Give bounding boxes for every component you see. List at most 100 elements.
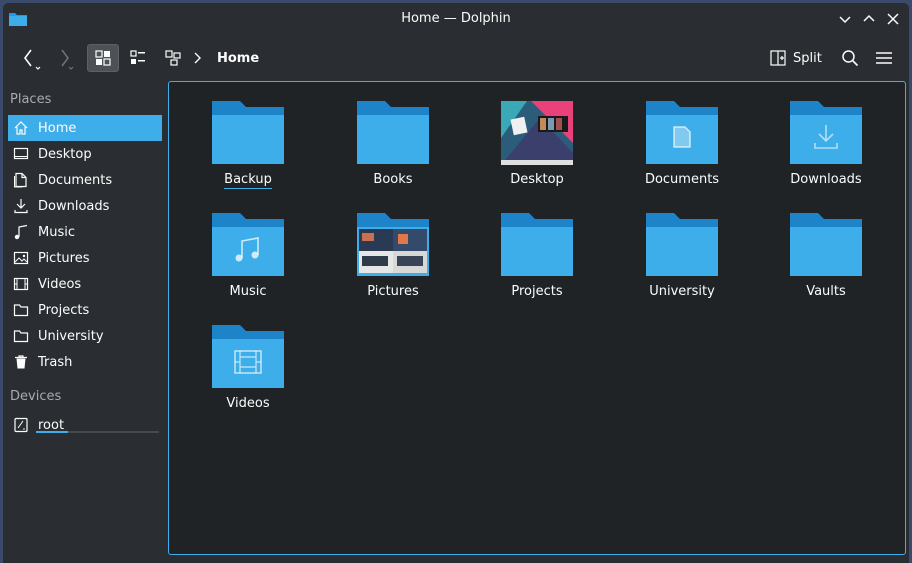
drive-icon (14, 417, 28, 433)
sidebar-item-pictures[interactable]: Pictures (8, 245, 162, 271)
hamburger-menu-button[interactable] (869, 44, 899, 72)
maximize-button[interactable] (861, 11, 877, 27)
folder-icon (212, 101, 284, 164)
forward-button[interactable] (51, 44, 81, 72)
folder-videos-icon (212, 325, 284, 388)
search-button[interactable] (835, 44, 865, 72)
sidebar-item-downloads[interactable]: Downloads (8, 193, 162, 219)
sidebar-item-label: Home (38, 120, 77, 136)
root-usage-bar (36, 431, 159, 433)
icons-view-button[interactable] (87, 44, 119, 72)
toolbar: Home Split (3, 35, 909, 81)
file-item-music[interactable]: Music (178, 210, 318, 299)
split-button-label: Split (793, 50, 822, 66)
sidebar-item-label: Trash (38, 354, 73, 370)
view-compact-icon (130, 50, 145, 64)
file-view[interactable]: Backup Books Desktop Documents Downloads… (168, 81, 906, 555)
sidebar-item-projects[interactable]: Projects (8, 297, 162, 323)
split-view-icon (770, 50, 786, 66)
places-panel: Places Home Desktop Documents Downloads … (3, 81, 166, 563)
sidebar-item-videos[interactable]: Videos (8, 271, 162, 297)
folder-downloads-icon (790, 101, 862, 164)
videos-icon (13, 277, 29, 291)
folder-pictures-icon (357, 213, 429, 276)
search-icon (842, 50, 859, 67)
chevron-down-icon (839, 16, 851, 24)
file-label: Projects (511, 284, 563, 299)
devices-section-title: Devices (10, 389, 62, 404)
file-label: Vaults (806, 284, 846, 299)
file-label: University (649, 284, 715, 299)
sidebar-item-label: Documents (38, 172, 113, 188)
desktop-icon (13, 147, 29, 160)
file-item-desktop[interactable]: Desktop (467, 98, 607, 187)
folder-music-icon (212, 213, 284, 276)
file-item-projects[interactable]: Projects (467, 210, 607, 299)
home-icon (14, 121, 28, 135)
arrow-left-icon (24, 49, 41, 70)
view-icons-icon (95, 50, 111, 66)
hamburger-icon (876, 52, 892, 64)
folder-icon (790, 213, 862, 276)
trash-icon (15, 355, 27, 369)
file-label: Documents (644, 172, 720, 187)
university-icon (13, 330, 29, 343)
window-title: Home — Dolphin (401, 11, 511, 26)
compact-view-button[interactable] (123, 44, 153, 72)
file-label: Books (373, 172, 413, 187)
chevron-right-icon (194, 52, 201, 64)
sidebar-item-desktop[interactable]: Desktop (8, 141, 162, 167)
sidebar-item-label: Pictures (38, 250, 90, 266)
back-button[interactable] (15, 44, 47, 72)
sidebar-item-root[interactable]: root (8, 412, 162, 438)
breadcrumb-home[interactable]: Home (217, 51, 259, 66)
split-button[interactable]: Split (769, 44, 822, 72)
file-item-videos[interactable]: Videos (178, 322, 318, 411)
file-label: Downloads (790, 172, 862, 187)
sidebar-item-label: Projects (38, 302, 90, 318)
file-item-downloads[interactable]: Downloads (756, 98, 896, 187)
pictures-icon (13, 251, 29, 265)
sidebar-item-music[interactable]: Music (8, 219, 162, 245)
sidebar-item-label: Downloads (38, 198, 110, 214)
downloads-icon (14, 199, 28, 214)
documents-icon (14, 172, 27, 188)
file-label: Desktop (510, 172, 564, 187)
title-bar[interactable]: Home — Dolphin (3, 3, 909, 35)
sidebar-item-home[interactable]: Home (8, 115, 162, 141)
file-item-books[interactable]: Books (323, 98, 463, 187)
chevron-up-icon (863, 14, 875, 22)
sidebar-item-label: Videos (38, 276, 82, 292)
folder-icon (501, 213, 573, 276)
folder-icon (357, 101, 429, 164)
music-icon (14, 224, 28, 240)
window-menu-button[interactable] (837, 11, 853, 27)
file-item-vaults[interactable]: Vaults (756, 210, 896, 299)
file-label: Music (229, 284, 267, 299)
folder-icon (646, 213, 718, 276)
places-section-title: Places (10, 92, 52, 107)
desktop-thumbnail (501, 101, 573, 165)
sidebar-item-university[interactable]: University (8, 323, 162, 349)
close-button[interactable] (885, 11, 901, 27)
file-item-university[interactable]: University (612, 210, 752, 299)
sidebar-item-label: Music (38, 224, 75, 240)
file-label: Backup (224, 172, 272, 189)
file-label: Pictures (367, 284, 419, 299)
root-usage-fill (36, 431, 68, 433)
file-label: Videos (226, 396, 270, 411)
folder-documents-icon (646, 101, 718, 164)
file-item-documents[interactable]: Documents (612, 98, 752, 187)
details-view-button[interactable] (158, 44, 188, 72)
dolphin-window: Home — Dolphin Home Split Places Home De… (3, 3, 909, 563)
close-icon (887, 13, 899, 25)
sidebar-item-label: Desktop (38, 146, 92, 162)
view-tree-icon (165, 50, 181, 66)
arrow-right-icon (61, 49, 74, 70)
sidebar-item-trash[interactable]: Trash (8, 349, 162, 375)
projects-icon (13, 304, 29, 317)
sidebar-item-label: University (38, 328, 104, 344)
file-item-backup[interactable]: Backup (178, 98, 318, 189)
file-item-pictures[interactable]: Pictures (323, 210, 463, 299)
sidebar-item-documents[interactable]: Documents (8, 167, 162, 193)
